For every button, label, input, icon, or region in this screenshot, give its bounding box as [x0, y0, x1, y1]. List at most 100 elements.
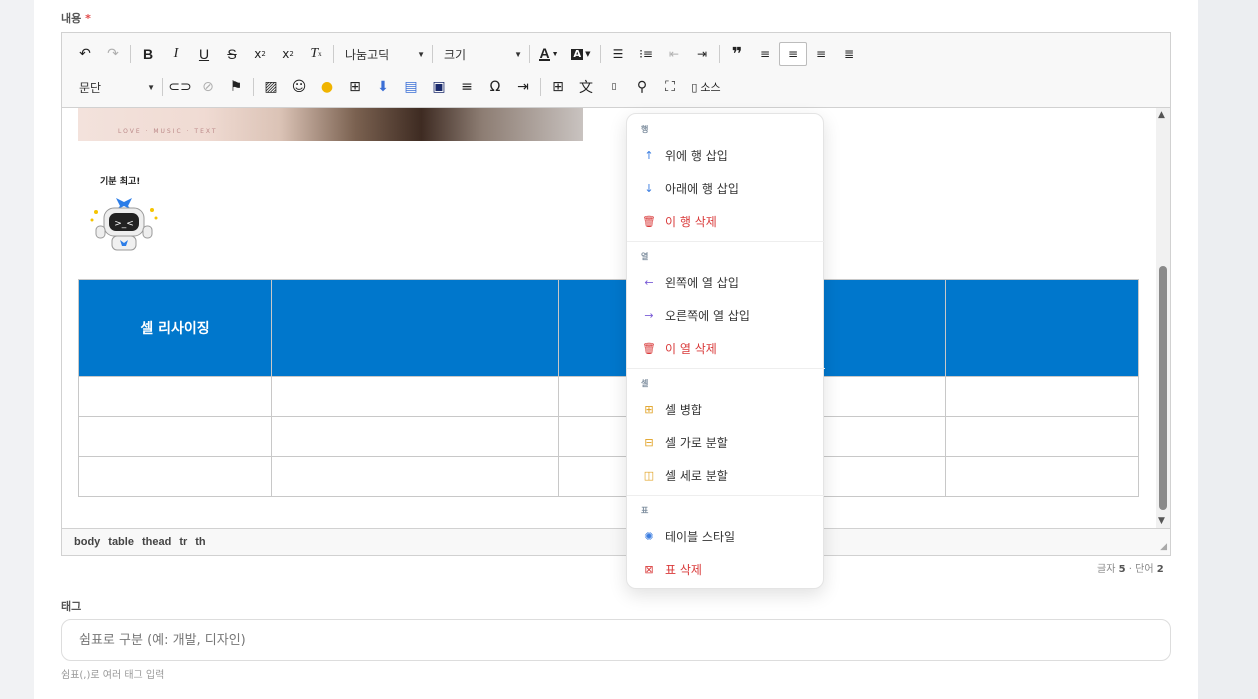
menu-section-row-title: 행: [641, 125, 649, 134]
scroll-down-icon[interactable]: ▼: [1158, 516, 1165, 526]
scroll-up-icon[interactable]: ▲: [1158, 110, 1165, 120]
delete-row-item[interactable]: 🗑 이 행 삭제: [627, 206, 825, 236]
path-thead[interactable]: thead: [142, 536, 171, 548]
code-block-icon[interactable]: ▣: [425, 75, 453, 99]
source-button[interactable]: ▯ 소스: [684, 75, 728, 99]
font-size-select[interactable]: 크기 ▼: [436, 42, 526, 66]
align-center-icon[interactable]: ≡: [779, 42, 807, 66]
undo-icon[interactable]: ↶: [71, 42, 99, 66]
blockquote-icon[interactable]: ❞: [723, 42, 751, 66]
font-family-value: 나눔고딕: [345, 47, 390, 62]
merge-cells-item[interactable]: ⊞ 셀 병합: [627, 394, 825, 424]
table-icon[interactable]: ⊞: [544, 75, 572, 99]
insert-column-right-item[interactable]: → 오른쪽에 열 삽입: [627, 300, 825, 330]
subscript-icon[interactable]: x2: [246, 42, 274, 66]
remove-format-icon[interactable]: Tx: [302, 42, 330, 66]
special-char-icon[interactable]: Ω: [481, 75, 509, 99]
align-justify-icon[interactable]: ≣: [835, 42, 863, 66]
path-th[interactable]: th: [195, 536, 205, 548]
bullet-list-icon[interactable]: ⁝≡: [632, 42, 660, 66]
tags-hint: 쉼표(,)로 여러 태그 입력: [61, 670, 165, 681]
split-cell-vertical-item[interactable]: ◫ 셀 세로 분할: [627, 460, 825, 490]
chevron-down-icon: ▼: [514, 49, 522, 59]
emoticon-icon[interactable]: ●: [313, 75, 341, 99]
rich-text-editor: ↶ ↷ B I U S x2 x2 Tx 나눔고딕 ▼ 크기 ▼ A ▼ A ▼ ☰ ⁝…: [61, 32, 1171, 556]
editor-content-area[interactable]: LOVE · MUSIC · TEXT 기분 최고! >_< 셀 리사이징: [62, 108, 1156, 528]
table-cell[interactable]: [271, 376, 559, 417]
table-cell[interactable]: [78, 376, 272, 417]
emoji-icon[interactable]: ☺: [285, 75, 313, 99]
insert-row-below-item[interactable]: ↓ 아래에 행 삽입: [627, 173, 825, 203]
table-header-cell[interactable]: 셀 리사이징: [78, 279, 272, 377]
embedded-photo[interactable]: LOVE · MUSIC · TEXT: [78, 108, 583, 141]
unlink-icon[interactable]: ⊘: [194, 75, 222, 99]
insert-column-left-item[interactable]: ← 왼쪽에 열 삽입: [627, 267, 825, 297]
path-tr[interactable]: tr: [179, 536, 187, 548]
content-table[interactable]: 셀 리사이징: [78, 279, 1139, 497]
tag-input[interactable]: [62, 620, 1170, 660]
superscript-icon[interactable]: x2: [274, 42, 302, 66]
editor-toolbar: ↶ ↷ B I U S x2 x2 Tx 나눔고딕 ▼ 크기 ▼ A ▼ A ▼ ☰ ⁝…: [62, 33, 1170, 108]
redo-icon[interactable]: ↷: [99, 42, 127, 66]
indent-icon[interactable]: ⇥: [688, 42, 716, 66]
anchor-flag-icon[interactable]: ⚑: [222, 75, 250, 99]
sticker-caption: 기분 최고!: [100, 177, 141, 187]
table-header-cell[interactable]: [945, 279, 1139, 377]
tags-label: 태그: [61, 600, 82, 613]
page-break-icon[interactable]: ⇥: [509, 75, 537, 99]
split-horizontal-icon: ⊟: [644, 435, 654, 449]
delete-table-item[interactable]: ⊠ 표 삭제: [627, 554, 825, 584]
word-count: 글자 5 · 단어 2: [1097, 564, 1164, 575]
table-style-item[interactable]: ✺ 테이블 스타일: [627, 521, 825, 551]
outdent-icon[interactable]: ⇤: [660, 42, 688, 66]
table-cell[interactable]: [271, 456, 559, 497]
italic-icon[interactable]: I: [162, 42, 190, 66]
path-table[interactable]: table: [108, 536, 134, 548]
delete-table-icon: ⊠: [644, 562, 654, 576]
page-gutter: [1198, 0, 1258, 699]
format-select[interactable]: 문단 ▼: [71, 75, 159, 99]
table-cell[interactable]: [945, 376, 1139, 417]
robot-sticker[interactable]: 기분 최고! >_<: [88, 174, 160, 256]
menu-section-column-title: 열: [641, 252, 649, 261]
pdf-icon[interactable]: ▯: [600, 75, 628, 99]
toolbar-row-2: 문단 ▼ ⊂⊃ ⊘ ⚑ ▨ ☺ ● ⊞ ⬇ ▤ ▣ ≡ Ω ⇥ ⊞ 文 ▯ ⚲ ⛶…: [71, 74, 728, 100]
resize-grip-icon[interactable]: ◢: [1160, 542, 1167, 552]
source-label: 소스: [700, 81, 721, 94]
align-left-icon[interactable]: ≡: [751, 42, 779, 66]
table-grid-icon[interactable]: ⊞: [341, 75, 369, 99]
table-header-row: 셀 리사이징: [78, 279, 1139, 377]
image-icon[interactable]: ▨: [257, 75, 285, 99]
numbered-list-icon[interactable]: ☰: [604, 42, 632, 66]
font-family-select[interactable]: 나눔고딕 ▼: [337, 42, 429, 66]
translate-icon[interactable]: 文: [572, 75, 600, 99]
template-icon[interactable]: ▤: [397, 75, 425, 99]
delete-column-item[interactable]: 🗑 이 열 삭제: [627, 333, 825, 363]
text-color-icon[interactable]: A ▼: [533, 42, 565, 66]
split-cell-horizontal-item[interactable]: ⊟ 셀 가로 분할: [627, 427, 825, 457]
table-cell[interactable]: [78, 416, 272, 457]
insert-file-icon[interactable]: ⬇: [369, 75, 397, 99]
strikethrough-icon[interactable]: S: [218, 42, 246, 66]
path-body[interactable]: body: [74, 536, 100, 548]
table-cell[interactable]: [945, 416, 1139, 457]
menu-section-table-title: 표: [641, 506, 649, 515]
table-cell[interactable]: [78, 456, 272, 497]
arrow-down-icon: ↓: [644, 181, 654, 195]
table-header-cell[interactable]: [271, 279, 559, 377]
background-color-icon[interactable]: A ▼: [565, 42, 597, 66]
align-right-icon[interactable]: ≡: [807, 42, 835, 66]
editor-scrollbar[interactable]: ▲ ▼: [1156, 108, 1170, 528]
bold-icon[interactable]: B: [134, 42, 162, 66]
table-cell[interactable]: [945, 456, 1139, 497]
table-cell[interactable]: [271, 416, 559, 457]
horizontal-rule-icon[interactable]: ≡: [453, 75, 481, 99]
underline-icon[interactable]: U: [190, 42, 218, 66]
fullscreen-icon[interactable]: ⛶: [656, 75, 684, 99]
link-icon[interactable]: ⊂⊃: [166, 75, 194, 99]
scrollbar-thumb[interactable]: [1159, 266, 1167, 510]
element-path-bar: body table thead tr th ◢: [62, 528, 1170, 555]
search-icon[interactable]: ⚲: [628, 75, 656, 99]
merge-cells-icon: ⊞: [644, 402, 654, 416]
insert-row-above-item[interactable]: ↑ 위에 행 삽입: [627, 140, 825, 170]
